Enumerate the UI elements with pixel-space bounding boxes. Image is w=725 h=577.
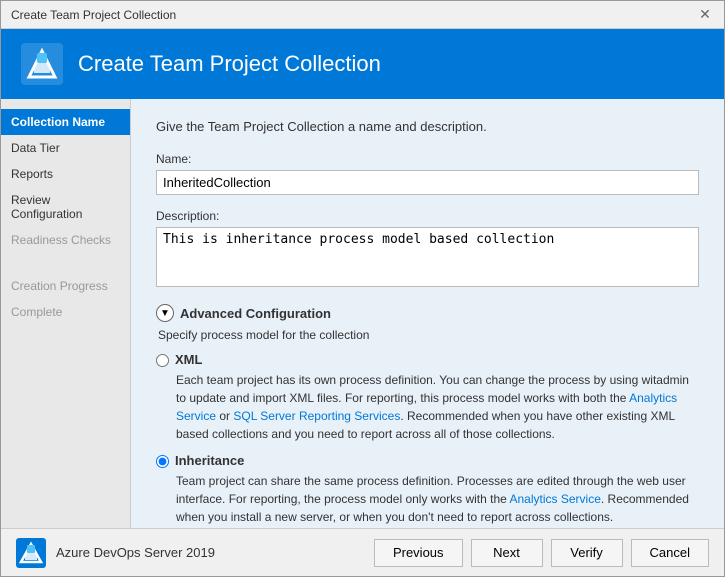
sidebar-item-complete: Complete: [1, 299, 130, 325]
process-subtitle: Specify process model for the collection: [158, 328, 699, 342]
analytics-service-link-inheritance[interactable]: Analytics Service: [510, 492, 601, 506]
inheritance-option: Inheritance Team project can share the s…: [156, 453, 699, 526]
title-bar: Create Team Project Collection ✕: [1, 1, 724, 29]
inheritance-radio[interactable]: [156, 455, 169, 468]
sidebar-item-collection-name[interactable]: Collection Name: [1, 109, 130, 135]
close-button[interactable]: ✕: [696, 6, 714, 24]
name-label: Name:: [156, 152, 699, 166]
xml-description: Each team project has its own process de…: [176, 371, 699, 443]
description-label: Description:: [156, 209, 699, 223]
description-input[interactable]: This is inheritance process model based …: [156, 227, 699, 287]
sidebar-item-readiness-checks: Readiness Checks: [1, 227, 130, 253]
description-field-group: Description: This is inheritance process…: [156, 209, 699, 290]
name-field-group: Name:: [156, 152, 699, 195]
header-icon: [21, 43, 63, 85]
footer: Azure DevOps Server 2019 Previous Next V…: [1, 528, 724, 576]
page-subtitle: Give the Team Project Collection a name …: [156, 119, 699, 134]
next-button[interactable]: Next: [471, 539, 543, 567]
sidebar-item-data-tier[interactable]: Data Tier: [1, 135, 130, 161]
previous-button[interactable]: Previous: [374, 539, 463, 567]
advanced-config-header: ▼ Advanced Configuration: [156, 304, 699, 322]
footer-logo-area: Azure DevOps Server 2019: [16, 538, 215, 568]
sql-reporting-link[interactable]: SQL Server Reporting Services: [233, 409, 400, 423]
sidebar-item-reports[interactable]: Reports: [1, 161, 130, 187]
sidebar-item-review-configuration[interactable]: Review Configuration: [1, 187, 130, 227]
sidebar-item-creation-progress: Creation Progress: [1, 273, 130, 299]
window: Create Team Project Collection ✕ Create …: [0, 0, 725, 577]
main-content: Give the Team Project Collection a name …: [131, 99, 724, 528]
xml-option: XML Each team project has its own proces…: [156, 352, 699, 443]
cancel-button[interactable]: Cancel: [631, 539, 709, 567]
verify-button[interactable]: Verify: [551, 539, 623, 567]
header-bar: Create Team Project Collection: [1, 29, 724, 99]
sidebar: Collection Name Data Tier Reports Review…: [1, 99, 131, 528]
window-title: Create Team Project Collection: [11, 8, 176, 22]
inheritance-label: Inheritance: [175, 453, 244, 468]
inheritance-description: Team project can share the same process …: [176, 472, 699, 526]
footer-app-name: Azure DevOps Server 2019: [56, 545, 215, 560]
collapse-button[interactable]: ▼: [156, 304, 174, 322]
xml-radio[interactable]: [156, 354, 169, 367]
content-area: Collection Name Data Tier Reports Review…: [1, 99, 724, 528]
advanced-config-section: ▼ Advanced Configuration Specify process…: [156, 304, 699, 526]
xml-label: XML: [175, 352, 202, 367]
footer-icon: [16, 538, 46, 568]
advanced-config-title: Advanced Configuration: [180, 306, 331, 321]
name-input[interactable]: [156, 170, 699, 195]
header-title: Create Team Project Collection: [78, 51, 381, 77]
